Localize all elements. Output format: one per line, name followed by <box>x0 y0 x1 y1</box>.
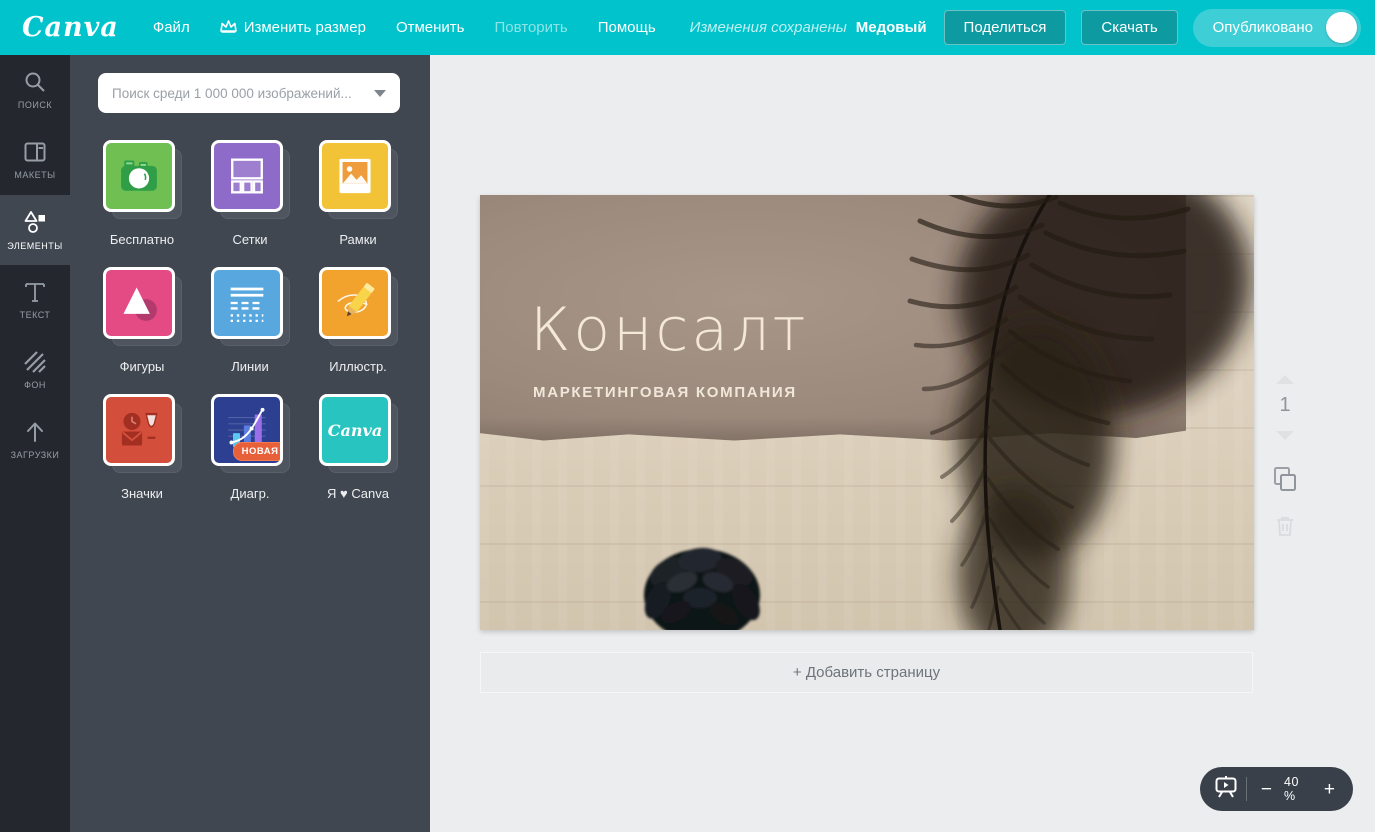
presentation-icon[interactable] <box>1214 775 1238 803</box>
camera-icon <box>111 148 167 204</box>
category-i-love-canva[interactable]: Canva Я ♥ Canva <box>304 389 412 516</box>
document-title[interactable]: Медовый <box>856 19 927 36</box>
crown-icon <box>220 19 237 37</box>
shapes-icon <box>111 275 167 331</box>
design-page[interactable]: Консалт МАРКЕТИНГОВАЯ КОМПАНИЯ <box>480 195 1254 630</box>
menu-file[interactable]: Файл <box>153 19 190 36</box>
canva-logo[interactable]: Canva <box>22 12 119 43</box>
category-charts[interactable]: НОВАЯ Диагр. <box>196 389 304 516</box>
page-number: 1 <box>1279 394 1290 417</box>
upload-arrow-icon <box>23 420 47 444</box>
category-free-photos[interactable]: Бесплатно <box>88 135 196 262</box>
menu-redo[interactable]: Повторить <box>494 19 567 36</box>
search-input[interactable] <box>112 86 366 101</box>
menu-undo[interactable]: Отменить <box>396 19 465 36</box>
grid-icon <box>219 148 275 204</box>
sidebar-item-background[interactable]: ФОН <box>0 335 70 405</box>
lines-icon <box>219 275 275 331</box>
elements-icon <box>22 209 48 235</box>
layouts-icon <box>23 140 47 164</box>
sidebar-item-uploads[interactable]: ЗАГРУЗКИ <box>0 405 70 475</box>
zoom-controls: − 40 % + <box>1200 767 1353 811</box>
add-page-button[interactable]: + Добавить страницу <box>480 652 1253 693</box>
move-page-up-icon[interactable] <box>1276 375 1294 384</box>
element-categories-grid: Бесплатно <box>88 135 412 516</box>
category-illustrations[interactable]: Иллюстр. <box>304 262 412 389</box>
sidebar-item-elements[interactable]: ЭЛЕМЕНТЫ <box>0 195 70 265</box>
share-button[interactable]: Поделиться <box>944 10 1067 45</box>
move-page-down-icon[interactable] <box>1276 431 1294 440</box>
search-icon <box>23 70 47 94</box>
category-grids[interactable]: Сетки <box>196 135 304 262</box>
top-bar: Canva Файл Изменить размер Отменить Повт… <box>0 0 1375 55</box>
divider <box>1246 777 1247 801</box>
pencil-icon <box>327 275 383 331</box>
frame-icon <box>327 148 383 204</box>
pinecone-image <box>612 520 792 630</box>
svg-text:Canva: Canva <box>327 421 381 440</box>
menu-help[interactable]: Помощь <box>598 19 656 36</box>
background-icon <box>23 350 47 374</box>
sidebar-item-text[interactable]: ТЕКСТ <box>0 265 70 335</box>
zoom-out-button[interactable]: − <box>1257 780 1276 799</box>
feather-image <box>836 195 1254 630</box>
save-status: Изменения сохранены <box>690 19 847 36</box>
category-lines[interactable]: Линии <box>196 262 304 389</box>
category-icons[interactable]: Значки <box>88 389 196 516</box>
canvas-area: Консалт МАРКЕТИНГОВАЯ КОМПАНИЯ + Добавит… <box>430 55 1375 832</box>
icons-set-icon <box>111 402 167 458</box>
canva-script-icon: Canva <box>325 415 385 445</box>
sidebar-item-layouts[interactable]: МАКЕТЫ <box>0 125 70 195</box>
new-badge: НОВАЯ <box>233 442 283 461</box>
text-icon <box>23 280 47 304</box>
toggle-knob[interactable] <box>1326 12 1357 43</box>
zoom-in-button[interactable]: + <box>1320 780 1339 799</box>
sidebar: ПОИСК МАКЕТЫ ЭЛЕМЕНТЫ ТЕКСТ ФОН <box>0 55 70 832</box>
topbar-right: Медовый Поделиться Скачать Опубликовано <box>856 9 1375 47</box>
category-frames[interactable]: Рамки <box>304 135 412 262</box>
elements-panel: Бесплатно <box>70 55 430 832</box>
chevron-down-icon[interactable] <box>374 90 386 97</box>
menu-resize[interactable]: Изменить размер <box>220 19 366 37</box>
canva-editor: Canva Файл Изменить размер Отменить Повт… <box>0 0 1375 832</box>
page-controls: 1 <box>1265 375 1305 542</box>
publish-toggle[interactable]: Опубликовано <box>1193 9 1361 47</box>
design-title-text[interactable]: Консалт <box>530 295 808 365</box>
duplicate-page-icon[interactable] <box>1273 466 1297 497</box>
category-shapes[interactable]: Фигуры <box>88 262 196 389</box>
design-subtitle-text[interactable]: МАРКЕТИНГОВАЯ КОМПАНИЯ <box>533 384 797 401</box>
image-search-box[interactable] <box>98 73 400 113</box>
sidebar-item-search[interactable]: ПОИСК <box>0 55 70 125</box>
download-button[interactable]: Скачать <box>1081 10 1177 45</box>
zoom-level: 40 % <box>1284 775 1312 803</box>
delete-page-icon[interactable] <box>1275 515 1295 542</box>
